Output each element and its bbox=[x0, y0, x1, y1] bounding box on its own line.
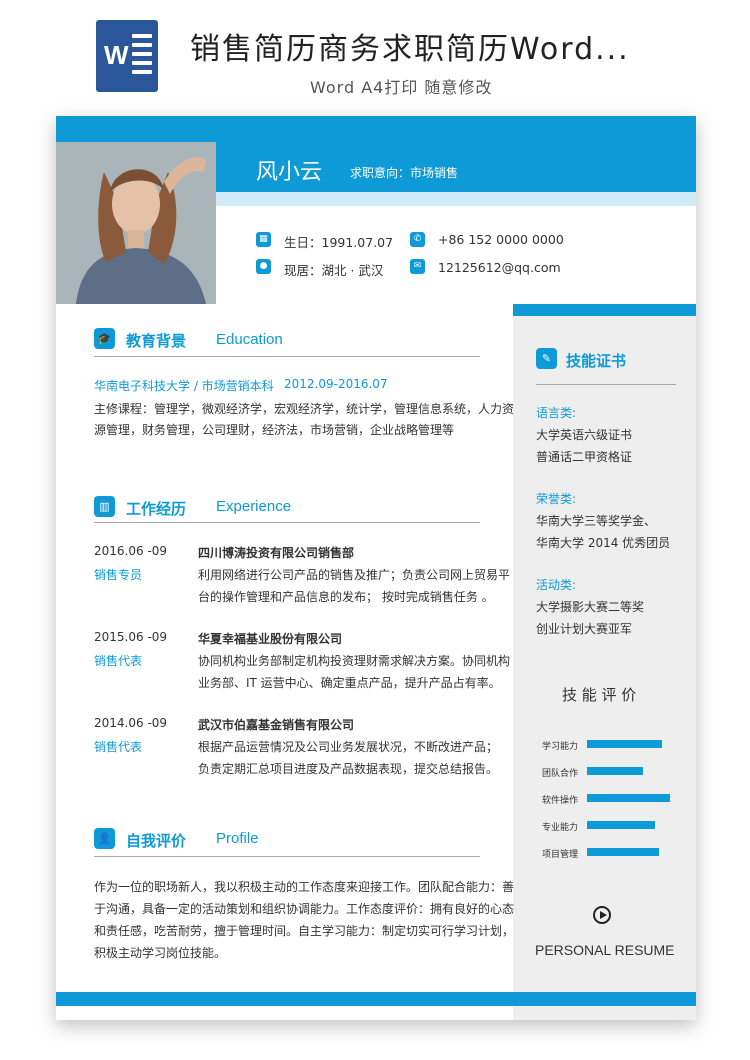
skill-label: 学习能力 bbox=[542, 742, 579, 752]
light-accent-band bbox=[216, 192, 696, 206]
profile-photo bbox=[56, 142, 216, 304]
job-date: 2014.06 -09 bbox=[94, 716, 168, 730]
profile-line: 作为一位的职场新人，我以积极主动的工作态度来迎接工作。团队配合能力：善 bbox=[94, 880, 515, 894]
graduation-cap-icon: 🎓 bbox=[94, 328, 115, 349]
email-icon: ✉ bbox=[410, 259, 425, 274]
location: 现居：湖北 · 武汉 bbox=[284, 263, 384, 278]
experience-title-en: Experience bbox=[216, 498, 292, 515]
certificates-divider bbox=[536, 384, 676, 385]
skills-title: 技 能 评 价 bbox=[562, 686, 637, 704]
job-role: 销售代表 bbox=[94, 654, 143, 668]
profile-line: 和责任感，吃苦耐劳，擅于管理时间。自主学习能力：制定切实可行学习计划， bbox=[94, 924, 515, 938]
certificate-item: 创业计划大赛亚军 bbox=[536, 622, 633, 636]
job-desc-line2: 负责定期汇总项目进度及产品数据表现，提交总结报告。 bbox=[198, 762, 499, 776]
skill-level-bar bbox=[587, 794, 670, 802]
education-courses-line1: 主修课程：管理学，微观经济学，宏观经济学，统计学，管理信息系统，人力资 bbox=[94, 402, 515, 416]
profile-divider bbox=[94, 856, 480, 857]
word-icon-letter: W bbox=[104, 40, 129, 70]
skill-label: 软件操作 bbox=[542, 796, 579, 806]
profile-title-cn: 自我评价 bbox=[126, 832, 187, 850]
email-address: 12125612@qq.com bbox=[438, 260, 561, 275]
document-title: 销售简历商务求职简历Word... bbox=[190, 32, 630, 67]
location-icon: ● bbox=[256, 259, 271, 274]
job-company: 华夏幸福基业股份有限公司 bbox=[198, 632, 343, 646]
education-courses-line2: 源管理，财务管理，公司理财，经济法，市场营销，企业战略管理等 bbox=[94, 423, 455, 437]
certificate-item: 华南大学三等奖学金、 bbox=[536, 514, 657, 528]
education-school: 华南电子科技大学 / 市场营销本科 bbox=[94, 379, 274, 393]
skill-level-bar bbox=[587, 848, 659, 856]
certificates-title: 技能证书 bbox=[566, 352, 627, 370]
job-role: 销售代表 bbox=[94, 740, 143, 754]
skill-label: 团队合作 bbox=[542, 769, 579, 779]
education-title-en: Education bbox=[216, 331, 283, 348]
top-header: W 销售简历商务求职简历Word... Word A4打印 随意修改 bbox=[0, 0, 750, 110]
profile-title-en: Profile bbox=[216, 830, 259, 847]
calendar-icon: ▦ bbox=[256, 232, 271, 247]
sidebar-accent bbox=[513, 304, 696, 316]
person-icon: 👤 bbox=[94, 828, 115, 849]
candidate-name: 风小云 bbox=[256, 160, 323, 185]
skill-level-bar bbox=[587, 767, 643, 775]
resume-sheet: 风小云 求职意向：市场销售 ▦ 生日：1991.07.07 ✆ +86 152 … bbox=[56, 116, 696, 1020]
job-date: 2015.06 -09 bbox=[94, 630, 168, 644]
certificate-group-label: 活动类: bbox=[536, 578, 577, 592]
education-divider bbox=[94, 356, 480, 357]
skill-label: 专业能力 bbox=[542, 823, 579, 833]
job-desc-line2: 台的操作管理和产品信息的发布； 按时完成销售任务 。 bbox=[198, 590, 494, 604]
education-period: 2012.09-2016.07 bbox=[284, 377, 388, 391]
play-icon bbox=[593, 906, 611, 924]
experience-divider bbox=[94, 522, 480, 523]
skill-label: 项目管理 bbox=[542, 850, 579, 860]
certificate-item: 华南大学 2014 优秀团员 bbox=[536, 536, 671, 550]
top-accent-bar bbox=[56, 116, 696, 142]
document-subtitle: Word A4打印 随意修改 bbox=[310, 78, 493, 97]
job-role: 销售专员 bbox=[94, 568, 143, 582]
certificate-icon: ✎ bbox=[536, 348, 557, 369]
job-desc-line2: 业务部、IT 运营中心、确定重点产品，提升产品占有率。 bbox=[198, 676, 501, 690]
certificate-group-label: 语言类: bbox=[536, 406, 577, 420]
page: W 销售简历商务求职简历Word... Word A4打印 随意修改 风小云 求… bbox=[0, 0, 750, 1060]
certificate-item: 大学英语六级证书 bbox=[536, 428, 633, 442]
certificate-item: 普通话二甲资格证 bbox=[536, 450, 633, 464]
job-company: 四川博涛投资有限公司销售部 bbox=[198, 546, 355, 560]
skill-level-bar bbox=[587, 821, 655, 829]
job-company: 武汉市伯嘉基金销售有限公司 bbox=[198, 718, 355, 732]
job-desc-line1: 利用网络进行公司产品的销售及推广；负责公司网上贸易平 bbox=[198, 568, 511, 582]
bottom-accent-bar bbox=[56, 992, 696, 1006]
personal-resume-tagline: PERSONAL RESUME bbox=[535, 942, 675, 958]
profile-line: 于沟通，具备一定的活动策划和组织协调能力。工作态度评价：拥有良好的心态 bbox=[94, 902, 515, 916]
chart-icon: ▥ bbox=[94, 496, 115, 517]
birth-date: 生日：1991.07.07 bbox=[284, 235, 394, 250]
job-desc-line1: 根据产品运营情况及公司业务发展状况，不断改进产品； bbox=[198, 740, 499, 754]
phone-icon: ✆ bbox=[410, 232, 425, 247]
education-title-cn: 教育背景 bbox=[126, 332, 187, 350]
phone-number: +86 152 0000 0000 bbox=[438, 232, 564, 247]
job-intent: 求职意向：市场销售 bbox=[350, 166, 459, 180]
skill-level-bar bbox=[587, 740, 662, 748]
word-document-icon: W bbox=[96, 20, 158, 92]
job-desc-line1: 协同机构业务部制定机构投资理财需求解决方案。协同机构 bbox=[198, 654, 511, 668]
certificate-group-label: 荣誉类: bbox=[536, 492, 577, 506]
experience-title-cn: 工作经历 bbox=[126, 500, 187, 518]
job-date: 2016.06 -09 bbox=[94, 544, 168, 558]
profile-line: 积极主动学习岗位技能。 bbox=[94, 946, 227, 960]
certificate-item: 大学摄影大赛二等奖 bbox=[536, 600, 645, 614]
